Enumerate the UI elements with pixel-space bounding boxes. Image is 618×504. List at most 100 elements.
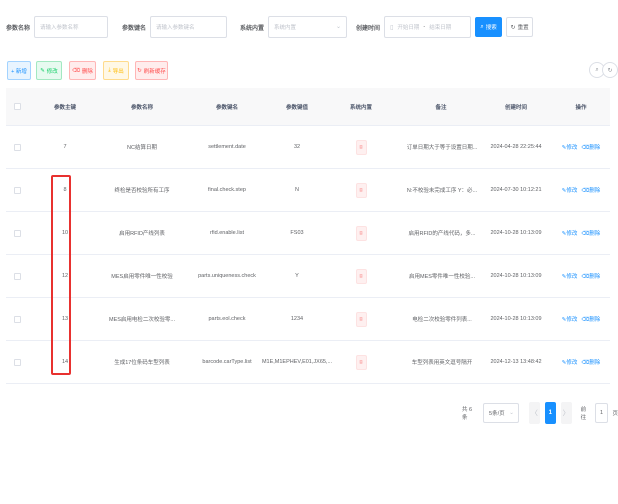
row-delete-button[interactable]: ⌫删除 <box>581 186 600 194</box>
refresh-icon: ↻ <box>510 24 516 31</box>
table-row[interactable]: 8 终检是否校验所有工序 final.check.step N 否 N:不校验未… <box>6 169 610 212</box>
start-date-input[interactable]: 开始日期 <box>397 23 419 31</box>
toolbar: + 新增 ✎ 修改 ⌫ 删除 ⤓ 导出 ↻ 刷新缓存 ⌕ ↻ <box>7 61 618 81</box>
cell-created: 2024-12-13 13:48:42 <box>490 359 542 365</box>
cell-builtin: 否 <box>336 298 386 340</box>
row-delete-button[interactable]: ⌫删除 <box>581 315 600 323</box>
pagination: 共 6 条 5条/页 ⌄ 〈 1 〉 前往 1 页 <box>462 402 618 424</box>
header-created: 创建时间 <box>504 104 527 111</box>
edit-icon: ✎ <box>40 67 45 74</box>
cell-name: MES启用电检二次校验零... <box>108 317 175 323</box>
table-header: 参数主键 参数名称 参数键名 参数键值 系统内置 备注 创建时间 操作 <box>6 88 610 126</box>
page-1-button[interactable]: 1 <box>544 402 556 424</box>
end-date-input[interactable]: 结束日期 <box>429 23 451 31</box>
cell-name: NC结算日期 <box>127 145 157 151</box>
search-button[interactable]: ⌕ 搜索 <box>475 17 503 37</box>
cell-actions: ✎修改 ⌫删除 <box>556 126 606 168</box>
cell-actions: ✎修改 ⌫删除 <box>556 212 606 254</box>
export-button[interactable]: ⤓ 导出 <box>103 61 129 80</box>
cell-actions: ✎修改 ⌫删除 <box>556 169 606 211</box>
header-actions: 操作 <box>575 104 587 111</box>
refresh-icon: ↻ <box>137 67 142 74</box>
prev-page-button[interactable]: 〈 <box>528 402 540 424</box>
builtin-tag: 否 <box>355 139 367 155</box>
cell-created: 2024-07-30 10:12:21 <box>490 187 542 193</box>
cell-value: FS03 <box>290 230 304 236</box>
table-row[interactable]: 14 生成17位条码车型列表 barcode.carType.list M1E,… <box>6 341 610 384</box>
row-checkbox[interactable] <box>8 169 26 211</box>
row-edit-button[interactable]: ✎修改 <box>562 315 578 323</box>
builtin-tag: 否 <box>355 182 367 198</box>
row-delete-button[interactable]: ⌫删除 <box>581 229 600 237</box>
edit-button[interactable]: ✎ 修改 <box>36 61 62 80</box>
row-edit-button[interactable]: ✎修改 <box>562 186 578 194</box>
cell-created: 2024-10-28 10:13:09 <box>490 316 542 322</box>
cell-builtin: 否 <box>336 212 386 254</box>
highlight-box <box>51 175 71 375</box>
row-edit-button[interactable]: ✎修改 <box>562 229 578 237</box>
next-page-button[interactable]: 〉 <box>560 402 572 424</box>
cell-value: N <box>295 187 299 193</box>
cell-created: 2024-10-28 10:13:09 <box>490 230 542 236</box>
builtin-tag: 否 <box>355 354 367 370</box>
row-checkbox[interactable] <box>8 126 26 168</box>
cell-actions: ✎修改 ⌫删除 <box>556 255 606 297</box>
page-size-select[interactable]: 5条/页 ⌄ <box>483 403 519 423</box>
cell-name: 生成17位条码车型列表 <box>114 360 170 366</box>
table-row[interactable]: 10 启用RFID产线列表 rfid.enable.list FS03 否 启用… <box>6 212 610 255</box>
refresh-icon[interactable]: ↻ <box>602 62 618 78</box>
header-name: 参数名称 <box>130 104 153 111</box>
cell-value: 32 <box>293 144 301 150</box>
param-name-label: 参数名称 <box>6 25 31 32</box>
chevron-down-icon: ⌄ <box>336 24 342 30</box>
row-edit-button[interactable]: ✎修改 <box>562 143 578 151</box>
param-key-label: 参数键名 <box>122 25 147 32</box>
builtin-tag: 否 <box>355 268 367 284</box>
cell-builtin: 否 <box>336 341 386 383</box>
row-checkbox[interactable] <box>8 298 26 340</box>
refresh-cache-button[interactable]: ↻ 刷新缓存 <box>135 61 168 80</box>
row-edit-button[interactable]: ✎修改 <box>562 358 578 366</box>
builtin-label: 系统内置 <box>240 25 265 32</box>
cell-name: 终检是否校验所有工序 <box>114 188 170 194</box>
header-id: 参数主键 <box>53 104 76 111</box>
builtin-select[interactable]: 系统内置 ⌄ <box>268 16 348 38</box>
builtin-tag: 否 <box>355 225 367 241</box>
search-icon: ⌕ <box>480 23 484 30</box>
builtin-tag: 否 <box>355 311 367 327</box>
cell-actions: ✎修改 ⌫删除 <box>556 341 606 383</box>
row-checkbox[interactable] <box>8 212 26 254</box>
chevron-down-icon: ⌄ <box>509 410 514 416</box>
delete-button[interactable]: ⌫ 删除 <box>69 61 96 80</box>
select-all-checkbox[interactable] <box>8 88 26 125</box>
range-separator: - <box>423 24 426 30</box>
param-name-input[interactable]: 请输入参数名称 <box>34 16 109 38</box>
param-key-input[interactable]: 请输入参数键名 <box>150 16 228 38</box>
created-label: 创建时间 <box>356 25 381 32</box>
cell-name: MES启用零件唯一性校验 <box>111 274 173 280</box>
header-value: 参数键值 <box>285 104 308 111</box>
date-range-picker[interactable]: ▯ 开始日期 - 结束日期 <box>384 16 472 38</box>
table-row[interactable]: 12 MES启用零件唯一性校验 parts.uniqueness.check Y… <box>6 255 610 298</box>
reset-button[interactable]: ↻ 重置 <box>506 17 534 37</box>
cell-actions: ✎修改 ⌫删除 <box>556 298 606 340</box>
cell-id: 7 <box>63 144 67 150</box>
row-edit-button[interactable]: ✎修改 <box>562 272 578 280</box>
pagination-total: 共 6 条 <box>462 407 473 421</box>
row-delete-button[interactable]: ⌫删除 <box>581 143 600 151</box>
cell-created: 2024-10-28 10:13:09 <box>490 273 542 279</box>
add-button[interactable]: + 新增 <box>7 61 31 80</box>
goto-page-input[interactable]: 1 <box>594 403 609 423</box>
row-delete-button[interactable]: ⌫删除 <box>581 358 600 366</box>
row-checkbox[interactable] <box>8 341 26 383</box>
calendar-icon: ▯ <box>390 24 394 31</box>
table-row[interactable]: 7 NC结算日期 settlement.date 32 否 订单日期大于等于设置… <box>6 126 610 169</box>
row-delete-button[interactable]: ⌫删除 <box>581 272 600 280</box>
header-builtin: 系统内置 <box>349 104 372 111</box>
table-row[interactable]: 13 MES启用电检二次校验零... parts.eol.check 1234 … <box>6 298 610 341</box>
cell-builtin: 否 <box>336 126 386 168</box>
download-icon: ⤓ <box>108 67 111 73</box>
cell-builtin: 否 <box>336 169 386 211</box>
cell-value: Y <box>295 273 299 279</box>
row-checkbox[interactable] <box>8 255 26 297</box>
